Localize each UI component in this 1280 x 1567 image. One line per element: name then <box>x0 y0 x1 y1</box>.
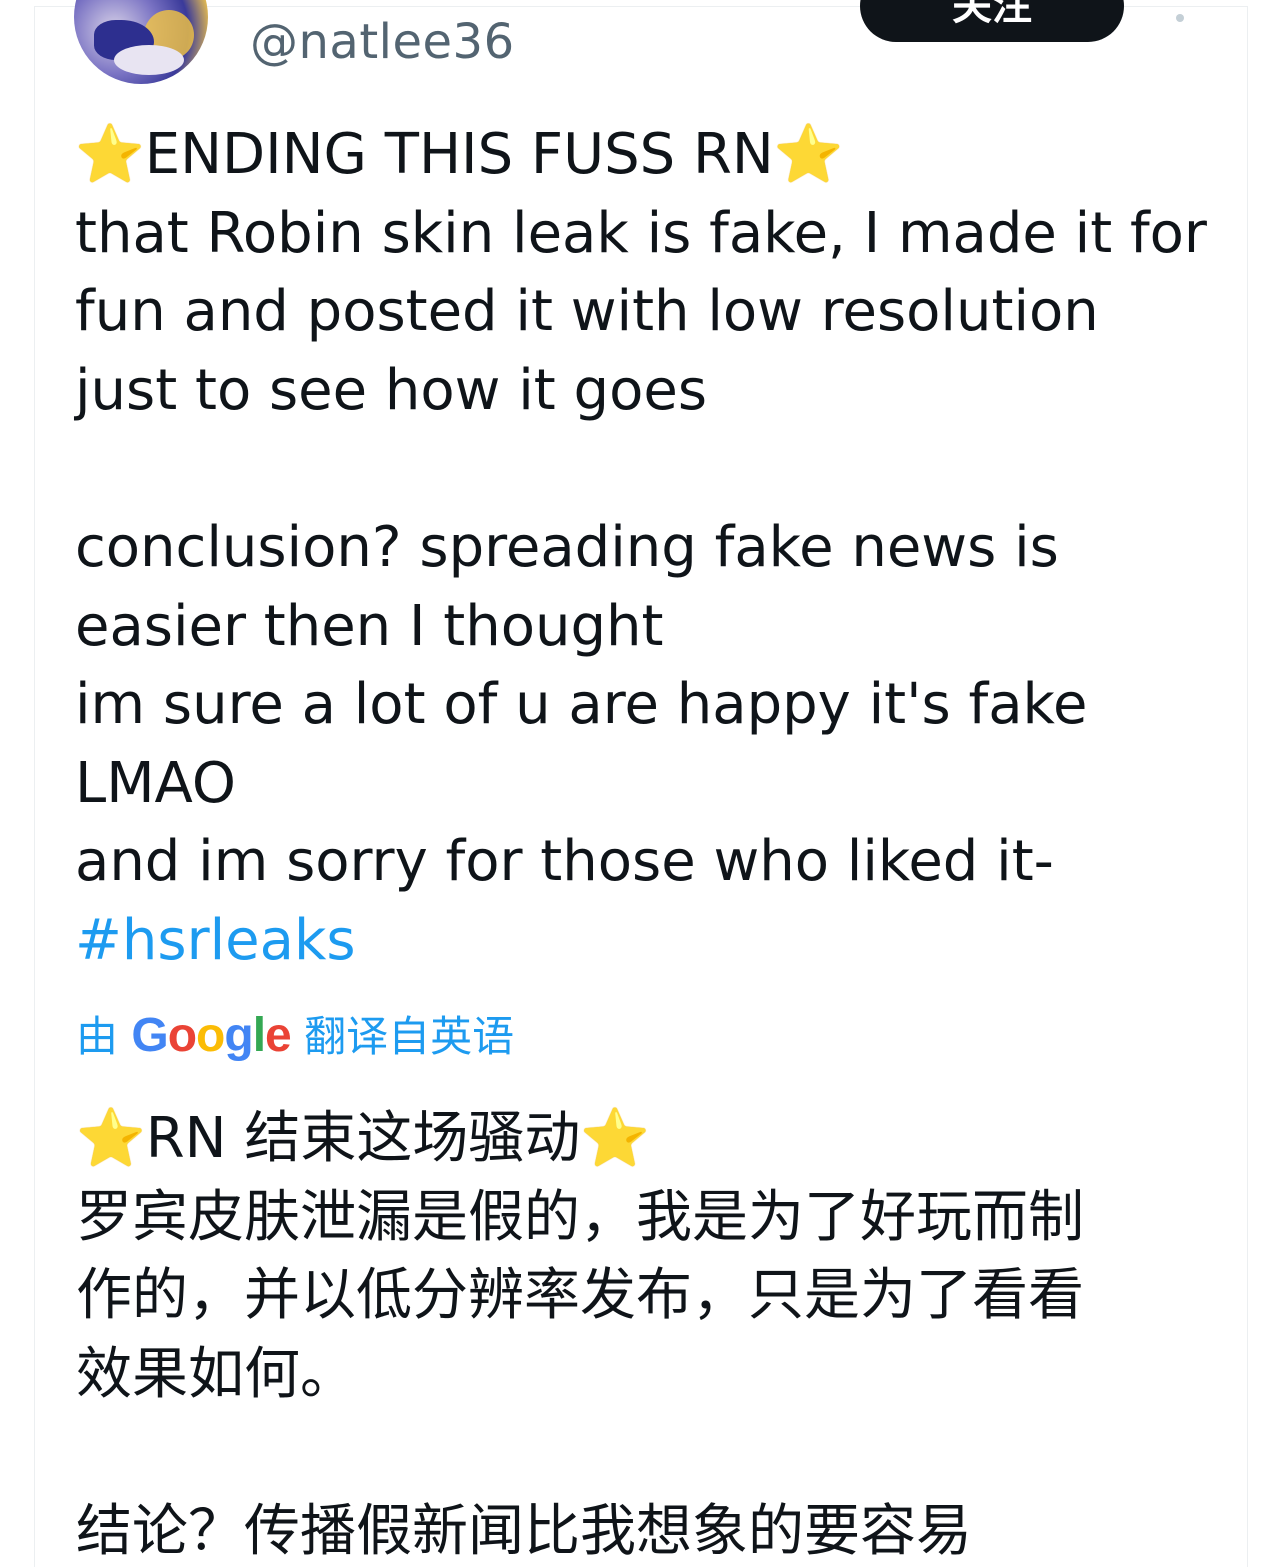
tweet-line: im sure a lot of u are happy it's fake <box>75 672 1088 737</box>
tweet-headline: ⭐ENDING THIS FUSS RN⭐ <box>75 116 1215 195</box>
tweet-line: that Robin skin leak is fake, I made it … <box>75 200 1207 266</box>
tweet-line: easier then I thought <box>75 593 664 659</box>
translated-headline: ⭐RN 结束这场骚动⭐ <box>76 1100 1216 1179</box>
hashtag-link[interactable]: #hsrleaks <box>75 902 1215 981</box>
follow-button[interactable]: 关注 <box>860 0 1124 42</box>
star-icon: ⭐ <box>75 122 145 187</box>
translated-line: 罗宾皮肤泄漏是假的，我是为了好玩而制 <box>76 1184 1084 1250</box>
translated-by-google-label[interactable]: 由 Google 翻译自英语 <box>76 1006 514 1067</box>
translated-line: 效果如何。 <box>76 1341 356 1407</box>
star-icon: ⭐ <box>76 1106 146 1171</box>
star-icon: ⭐ <box>580 1106 651 1171</box>
translated-text: ⭐RN 结束这场骚动⭐ 罗宾皮肤泄漏是假的，我是为了好玩而制 作的，并以低分辨率… <box>76 1100 1216 1567</box>
star-icon: ⭐ <box>773 122 844 187</box>
tweet-line: conclusion? spreading fake news is <box>75 515 1059 580</box>
translated-line: 作的，并以低分辨率发布，只是为了看看 <box>76 1263 1084 1328</box>
tweet-line: LMAO <box>75 750 236 816</box>
tweet-line: fun and posted it with low resolution <box>75 279 1099 344</box>
author-handle[interactable]: @natlee36 <box>250 14 515 70</box>
tweet-line: and im sorry for those who liked it- <box>75 829 1054 894</box>
tweet-text: ⭐ENDING THIS FUSS RN⭐ that Robin skin le… <box>75 116 1215 980</box>
more-options-icon[interactable] <box>1176 14 1184 22</box>
translated-line: 结论？传播假新闻比我想象的要容易 <box>76 1499 972 1564</box>
google-logo: Google <box>131 1009 291 1062</box>
tweet-line: just to see how it goes <box>75 357 707 423</box>
